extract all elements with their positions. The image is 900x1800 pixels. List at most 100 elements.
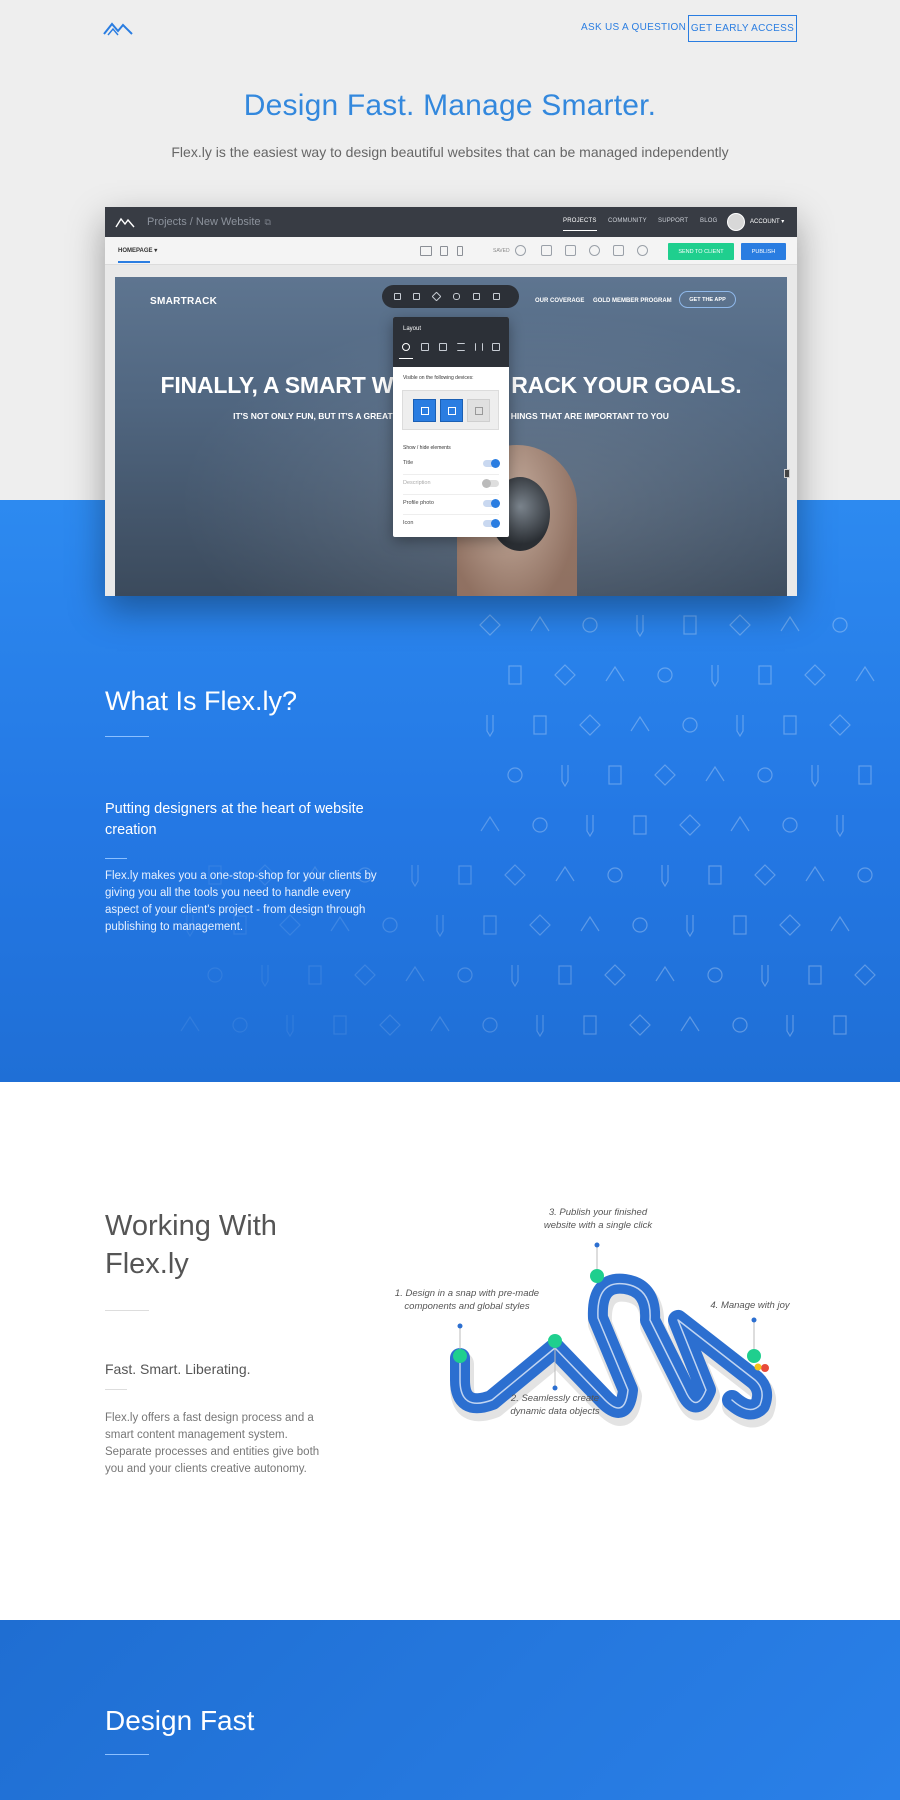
- elements-label: Show / hide elements: [403, 445, 451, 451]
- hero-title: Design Fast. Manage Smarter.: [243, 89, 657, 122]
- width-icon[interactable]: [457, 343, 465, 351]
- pattern-tool-icon: [308, 965, 322, 985]
- layout-panel-title: Layout: [403, 326, 422, 332]
- site-logo[interactable]: SMARTRACK: [150, 296, 217, 307]
- app-nav-support[interactable]: SUPPORT: [658, 218, 688, 224]
- visibility-eye-icon[interactable]: [402, 343, 410, 351]
- avatar[interactable]: [727, 213, 745, 231]
- pencil-icon[interactable]: [431, 291, 442, 302]
- layout-panel-header: Layout: [393, 317, 509, 367]
- subline-right: HINGS THAT ARE IMPORTANT TO YOU: [510, 411, 669, 421]
- pattern-tool-icon: [479, 614, 501, 636]
- page-select[interactable]: HOMEPAGE ▾: [118, 247, 157, 254]
- pattern-tool-icon: [683, 615, 697, 635]
- step-1-label: 1. Design in a snap with pre-made compon…: [394, 1288, 540, 1312]
- undo-icon[interactable]: [541, 245, 552, 256]
- image-icon[interactable]: [413, 293, 420, 300]
- padding-icon[interactable]: [421, 343, 429, 351]
- pattern-tool-icon: [207, 967, 223, 983]
- step-1-dot: [457, 1323, 463, 1329]
- breadcrumb: Projects / New Website ⧉: [147, 216, 271, 228]
- pattern-tool-icon: [858, 765, 872, 785]
- site-nav-gold[interactable]: GOLD MEMBER PROGRAM: [593, 298, 672, 304]
- pattern-tool-icon: [730, 815, 750, 832]
- pattern-tool-icon: [458, 865, 472, 885]
- step-3-label: 3. Publish your finished website with a …: [543, 1207, 653, 1231]
- preview-eye-icon[interactable]: [589, 245, 600, 256]
- mobile-view-icon[interactable]: [457, 246, 463, 256]
- mobile-device-toggle[interactable]: [467, 399, 490, 422]
- top-navigation: ASK US A QUESTION GET EARLY ACCESS: [0, 0, 900, 60]
- resize-handle[interactable]: [784, 469, 790, 478]
- brush-icon[interactable]: [613, 245, 624, 256]
- breadcrumb-text[interactable]: Projects / New Website: [147, 216, 261, 228]
- pattern-tool-icon: [286, 1015, 294, 1038]
- app-nav-projects[interactable]: PROJECTS: [563, 218, 597, 231]
- get-early-access-button[interactable]: GET EARLY ACCESS: [688, 15, 797, 42]
- element-toolbar: [382, 285, 519, 308]
- pattern-tool-icon: [511, 965, 519, 988]
- pattern-tool-icon: [779, 914, 801, 936]
- app-nav-blog[interactable]: BLOG: [700, 218, 717, 224]
- swap-icon[interactable]: [453, 293, 460, 300]
- desktop-view-icon[interactable]: [420, 246, 432, 256]
- headline-left: FINALLY, A SMART W: [160, 372, 394, 398]
- app-nav-community[interactable]: COMMUNITY: [608, 218, 647, 224]
- duplicate-icon[interactable]: [473, 293, 480, 300]
- app-logo-icon: [115, 217, 135, 228]
- pattern-tool-icon: [733, 915, 747, 935]
- tablet-device-toggle[interactable]: [440, 399, 463, 422]
- page-select-underline: [118, 261, 150, 263]
- description-toggle[interactable]: [482, 479, 499, 488]
- pattern-tool-icon: [607, 867, 623, 883]
- redo-icon[interactable]: [565, 245, 576, 256]
- grid-icon[interactable]: [439, 343, 447, 351]
- tablet-view-icon[interactable]: [440, 246, 448, 256]
- pattern-tool-icon: [536, 1015, 544, 1038]
- active-tab-indicator: [399, 358, 413, 359]
- flexly-logo-icon[interactable]: [103, 20, 133, 36]
- pattern-tool-icon: [661, 865, 669, 888]
- site-nav-coverage[interactable]: OUR COVERAGE: [535, 298, 584, 304]
- layout-icon[interactable]: [394, 293, 401, 300]
- account-menu[interactable]: ACCOUNT ▾: [750, 218, 784, 225]
- pattern-tool-icon: [608, 765, 622, 785]
- pattern-tool-icon: [354, 964, 376, 986]
- step-2-label: 2. Seamlessly create dynamic data object…: [510, 1393, 600, 1417]
- title-toggle[interactable]: [483, 459, 500, 468]
- element-row-title: Title: [403, 455, 500, 475]
- pattern-tool-icon: [430, 1015, 450, 1032]
- external-link-icon[interactable]: ⧉: [265, 217, 271, 227]
- pattern-tool-icon: [655, 965, 675, 982]
- saved-check-icon: [515, 245, 526, 256]
- height-icon[interactable]: [475, 343, 483, 351]
- pattern-tool-icon: [457, 967, 473, 983]
- ask-question-link[interactable]: ASK US A QUESTION: [581, 22, 686, 33]
- icon-toggle[interactable]: [483, 519, 500, 528]
- align-icon[interactable]: [492, 343, 500, 351]
- saved-status: SAVED: [493, 248, 510, 254]
- step-4-label: 4. Manage with joy: [710, 1300, 790, 1311]
- workflow-path-illustration: [450, 1242, 777, 1428]
- settings-gear-icon[interactable]: [637, 245, 648, 256]
- publish-button[interactable]: PUBLISH: [741, 243, 786, 260]
- layout-panel: Layout Visible on the following devices:…: [393, 317, 509, 537]
- pattern-tool-icon: [382, 917, 398, 933]
- send-to-client-button[interactable]: SEND TO CLIENT: [668, 243, 734, 260]
- trash-icon[interactable]: [493, 293, 500, 300]
- profile-photo-toggle[interactable]: [483, 499, 500, 508]
- pattern-tool-icon: [654, 764, 676, 786]
- element-row-profile-photo: Profile photo: [403, 495, 500, 515]
- flag-yellow: [754, 1363, 762, 1371]
- get-app-button[interactable]: GET THE APP: [679, 291, 736, 308]
- pattern-tool-icon: [833, 1015, 847, 1035]
- headline-right: RACK YOUR GOALS.: [511, 372, 742, 398]
- pattern-tool-icon: [532, 817, 548, 833]
- design-fast-divider: [105, 1754, 149, 1755]
- desktop-device-toggle[interactable]: [413, 399, 436, 422]
- step-3-marker: [590, 1269, 604, 1283]
- pattern-tool-icon: [529, 914, 551, 936]
- element-row-icon: Icon: [403, 515, 500, 535]
- pattern-tool-icon: [629, 1014, 651, 1036]
- design-fast-title: Design Fast: [105, 1705, 255, 1736]
